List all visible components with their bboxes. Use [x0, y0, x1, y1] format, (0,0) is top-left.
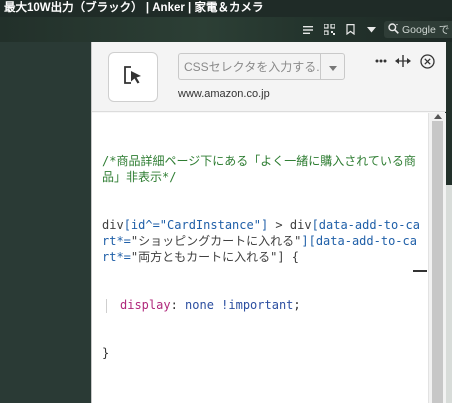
declaration-semicolon: ; [293, 298, 301, 312]
selector-attribute-end: ] { [277, 250, 300, 264]
cursor-select-icon [122, 64, 144, 91]
scrollbar-thumb[interactable] [432, 121, 443, 403]
element-picker-button[interactable] [108, 52, 158, 102]
browser-title: 最大10W出力（ブラック） | Anker | 家電＆カメラ [0, 0, 452, 17]
close-icon[interactable] [419, 53, 435, 69]
code-close-brace: } [102, 346, 110, 360]
code-declaration: display: none !important; [102, 297, 424, 313]
selector-attribute: [id^="CardInstance"] [123, 218, 269, 232]
code-selector: div[id^="CardInstance"] > div[data-add-t… [102, 217, 424, 265]
resize-horizontal-icon[interactable] [394, 54, 412, 68]
qr-code-icon[interactable] [323, 24, 335, 36]
selector-tag: div [289, 218, 312, 232]
more-options-button[interactable] [373, 54, 389, 68]
selector-combinator: > [268, 218, 290, 232]
code-comment: /*商品詳細ページ下にある「よく一緒に購入されている商品」非表示*/ [102, 154, 416, 184]
css-value: none !important [185, 298, 294, 312]
panel-header: www.amazon.co.jp [92, 42, 446, 112]
declaration-colon: : [170, 298, 186, 312]
css-code-editor[interactable]: /*商品詳細ページ下にある「よく一緒に購入されている商品」非表示*/ div[i… [92, 113, 446, 403]
bookmark-icon[interactable] [344, 24, 356, 36]
selector-dropdown-button[interactable] [320, 53, 345, 80]
selector-tag: div [102, 218, 124, 232]
scroll-position-marker [413, 270, 427, 272]
css-property: display [120, 298, 171, 312]
indent-guide [106, 298, 120, 313]
site-domain: www.amazon.co.jp [178, 88, 270, 100]
scroll-up-arrow-icon[interactable] [434, 114, 442, 119]
chevron-down-icon [328, 58, 337, 76]
dropdown-arrow-icon[interactable] [365, 24, 377, 36]
css-selector-input[interactable] [178, 53, 320, 80]
search-hint: Google で [402, 24, 450, 36]
editor-scrollbar[interactable] [428, 113, 446, 403]
selector-attribute-end: ] [301, 234, 309, 248]
page-background-lower [445, 185, 452, 403]
search-icon [388, 22, 399, 37]
selector-attribute-value: "両方ともカートに入れる" [130, 250, 278, 264]
toolbar-icons [302, 17, 377, 42]
code-content[interactable]: /*商品詳細ページ下にある「よく一緒に購入されている商品」非表示*/ div[i… [102, 121, 424, 393]
reading-list-icon[interactable] [302, 24, 314, 36]
search-box[interactable]: Google で [384, 21, 452, 38]
style-editor-panel: www.amazon.co.jp /*商品詳細ページ下にある「よく一緒に購入され… [91, 42, 446, 403]
browser-toolbar: Google で [0, 17, 452, 42]
selector-attribute-value: "ショッピングカートに入れる" [130, 234, 302, 248]
